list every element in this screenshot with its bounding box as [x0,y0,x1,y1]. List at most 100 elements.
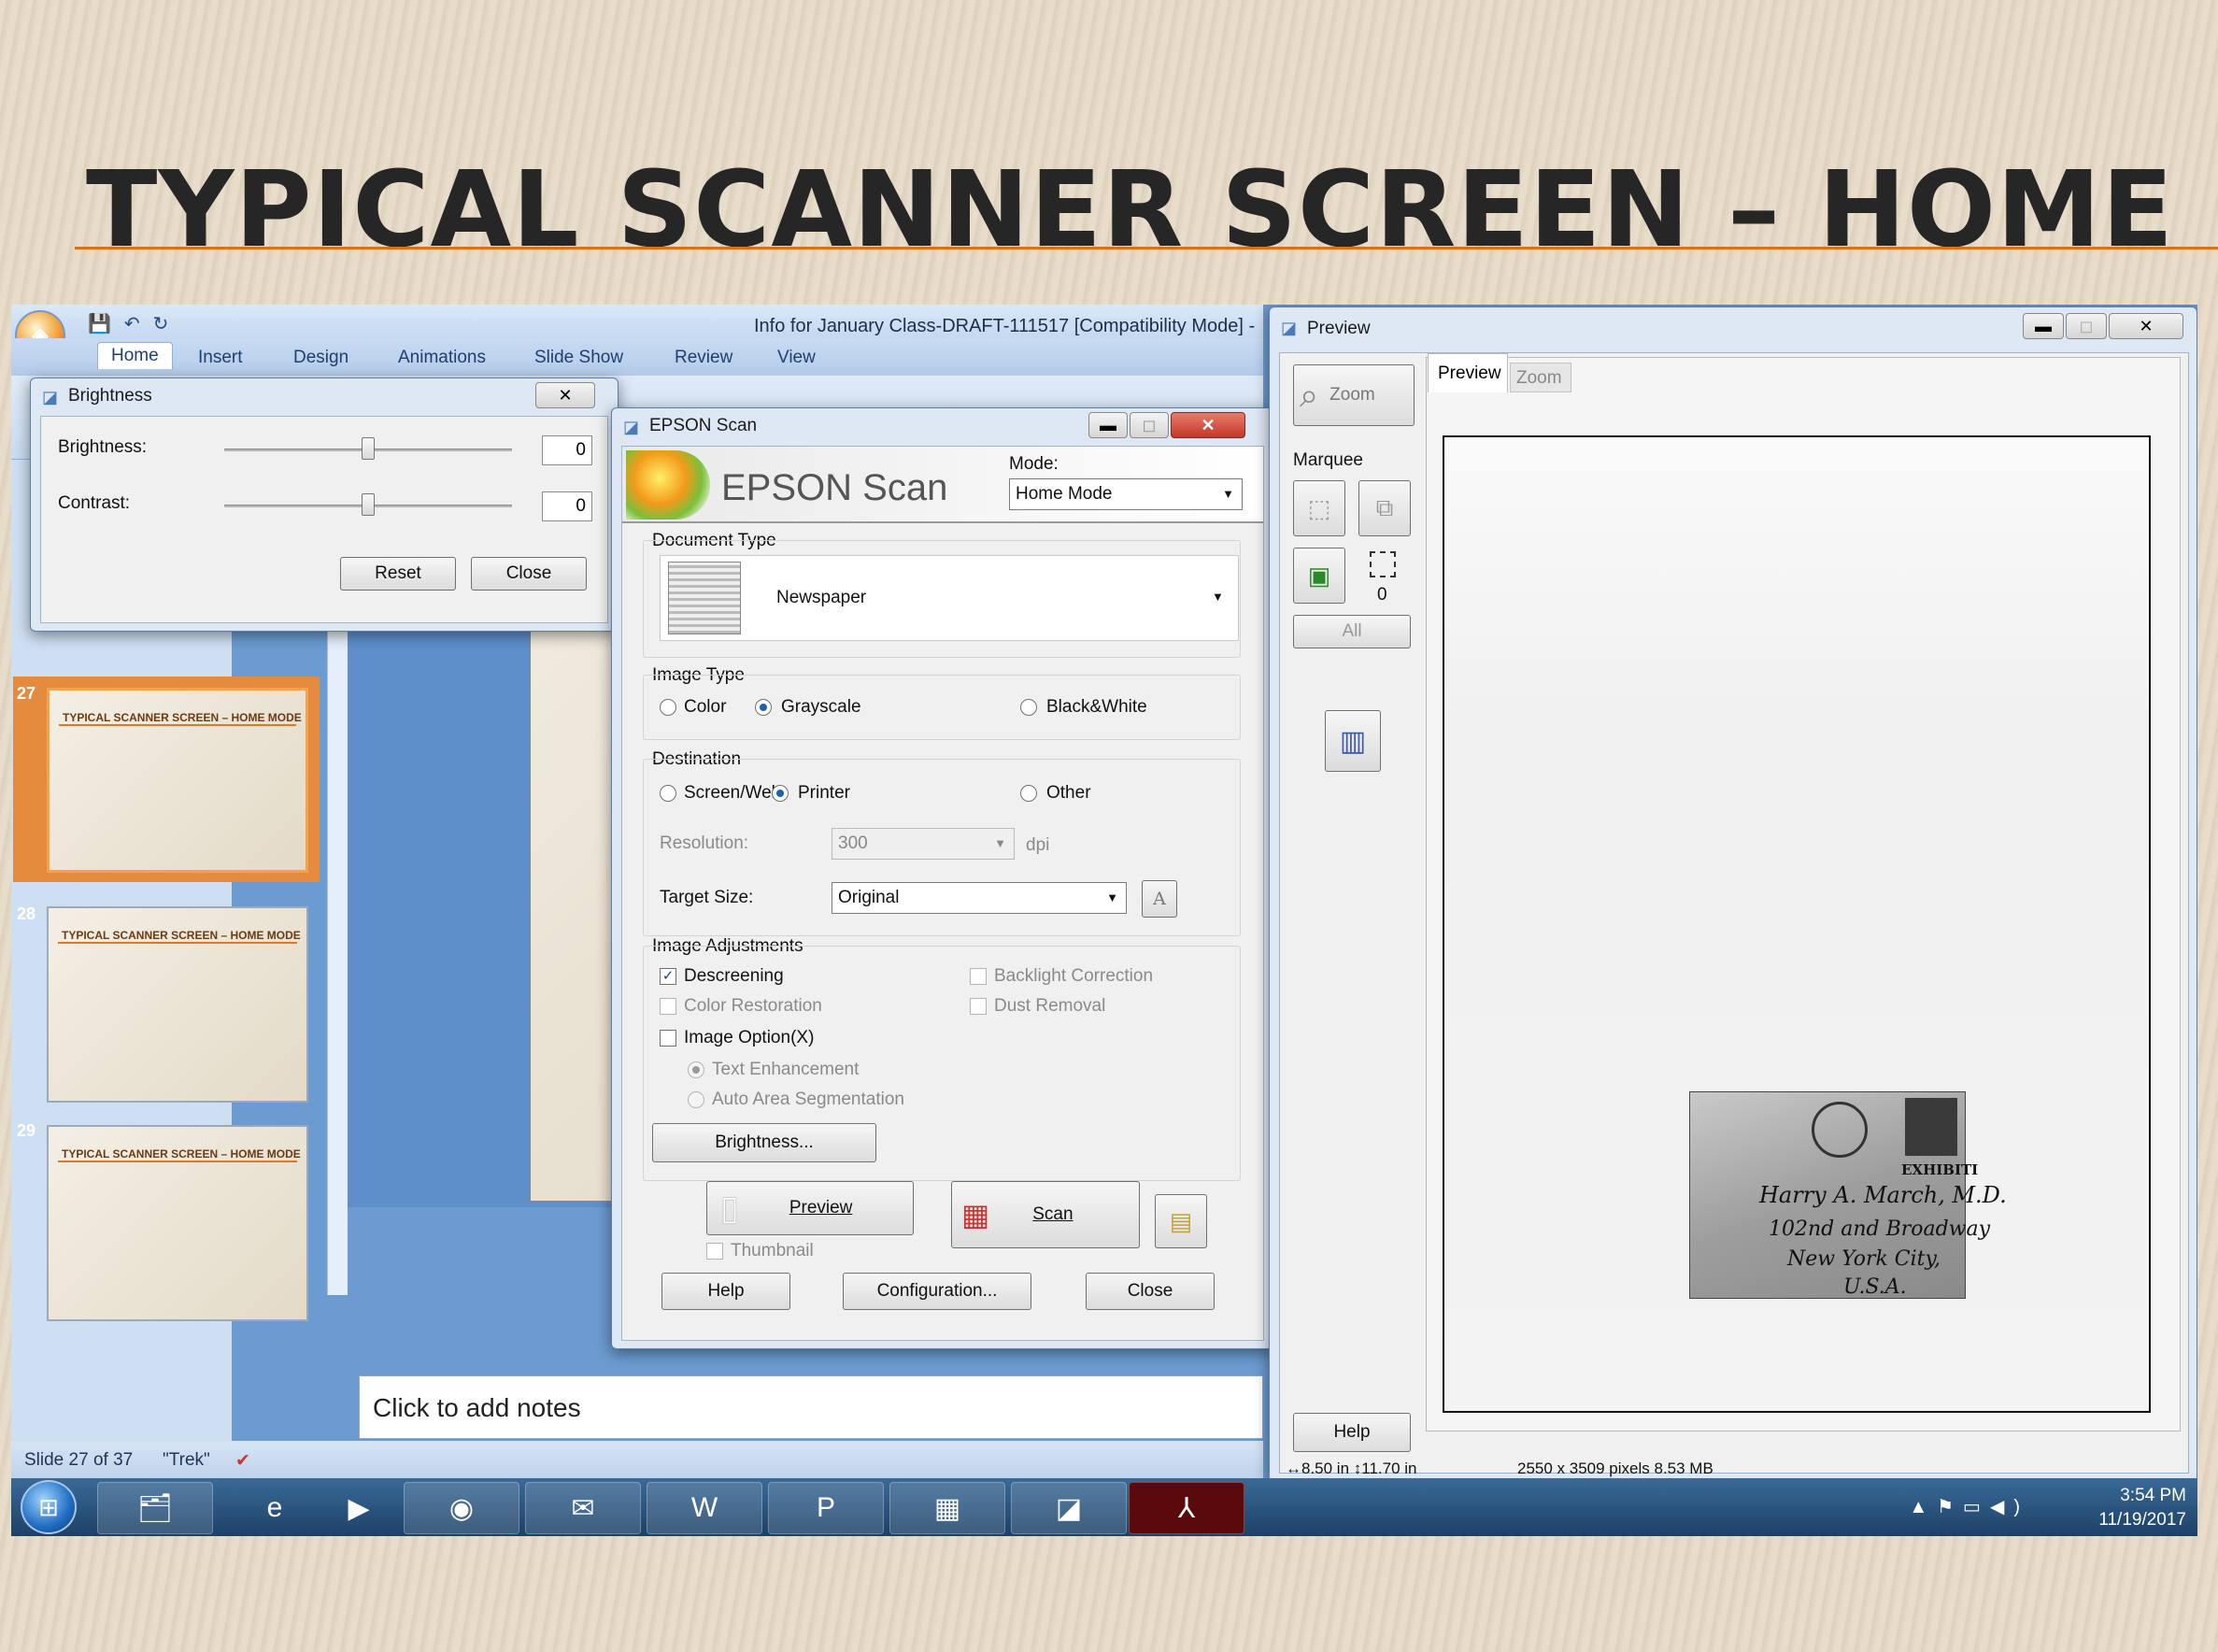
minimize-icon[interactable]: ▬ [1088,412,1128,438]
radio-grayscale[interactable] [755,699,772,716]
tab-view[interactable]: View [777,348,816,368]
clock-date: 11/19/2017 [2098,1510,2186,1530]
brightness-slider-thumb[interactable] [362,437,375,460]
radio-black-white[interactable] [1020,699,1037,716]
word-icon[interactable]: W [647,1482,762,1534]
outlook-icon[interactable]: ✉ [525,1482,641,1534]
contrast-slider-thumb[interactable] [362,493,375,516]
tab-insert[interactable]: Insert [198,348,243,368]
media-player-icon[interactable]: ▶ [301,1482,417,1534]
mode-dropdown[interactable]: Home Mode ▼ [1009,478,1243,510]
all-button[interactable]: All [1293,615,1411,648]
slides-scrollbar[interactable] [327,520,348,1295]
marquee-count: 0 [1377,585,1387,605]
radio-other[interactable] [1020,785,1037,802]
header-divider [622,521,1263,523]
notes-placeholder: Click to add notes [373,1393,581,1422]
close-icon[interactable]: ✕ [2109,313,2183,339]
thumb-underline [58,942,297,944]
thumb-number: 28 [17,904,36,923]
redo-icon[interactable]: ↻ [153,312,169,335]
reset-button[interactable]: Reset [340,557,456,591]
tab-home[interactable]: Home [97,342,173,369]
text-orientation-icon[interactable]: A [1142,880,1177,918]
image-adjust-icon[interactable]: ▥ [1325,710,1381,772]
explorer-icon[interactable]: 🗂 [97,1482,213,1534]
marquee-create-icon[interactable]: ⬚ [1293,480,1345,536]
radio-color[interactable] [660,699,676,716]
tab-zoom[interactable]: Zoom [1510,363,1571,392]
minimize-icon[interactable]: ▬ [2023,313,2064,339]
target-size-dropdown[interactable]: Original ▼ [832,882,1127,914]
spellcheck-icon[interactable]: ✔ [235,1450,250,1472]
notes-pane[interactable]: Click to add notes [359,1375,1263,1439]
chrome-icon[interactable]: ◉ [404,1482,519,1534]
thumbnail-checkbox[interactable] [706,1243,723,1260]
save-icon[interactable]: 💾 [88,312,111,335]
help-button[interactable]: Help [661,1273,790,1310]
tab-design[interactable]: Design [293,348,348,368]
scanner-app-icon[interactable]: ▦ [889,1482,1005,1534]
brightness-button[interactable]: Brightness... [652,1123,876,1162]
brightness-value[interactable]: 0 [542,435,592,465]
postage-stamp [1905,1098,1957,1156]
stamp-text: EXHIBITI [1901,1161,1979,1178]
close-button[interactable]: Close [1086,1273,1215,1310]
tab-review[interactable]: Review [675,348,732,368]
acrobat-icon[interactable]: ⅄ [1129,1482,1244,1534]
system-tray-icons[interactable]: ▲⚑▭◀) [1909,1495,2029,1518]
start-button[interactable]: ⊞ [21,1480,77,1534]
tab-preview[interactable]: Preview [1428,353,1508,392]
marquee-icon [1370,551,1396,577]
auto-locate-icon[interactable]: ▣ [1293,548,1345,604]
clock-time: 3:54 PM [2120,1486,2186,1505]
image-option-checkbox[interactable] [660,1030,676,1047]
slide-thumbnail[interactable]: TYPICAL SCANNER SCREEN – HOME MODE [47,906,308,1103]
close-icon[interactable]: ✕ [535,382,595,408]
thumb-title: TYPICAL SCANNER SCREEN – HOME MODE [62,1147,301,1161]
tab-slide-show[interactable]: Slide Show [534,348,623,368]
contrast-value[interactable]: 0 [542,491,592,521]
address-line-4: U.S.A. [1843,1275,1907,1299]
zoom-button-label: Zoom [1329,385,1375,405]
slide-counter: Slide 27 of 37 [24,1450,134,1470]
clock[interactable]: 3:54 PM 11/19/2017 [2098,1484,2186,1532]
color-restoration-checkbox[interactable] [660,998,676,1015]
marquee-duplicate-icon[interactable]: ⧉ [1358,480,1411,536]
newspaper-icon [668,562,741,634]
document-type-dropdown[interactable]: Newspaper ▼ [660,555,1239,641]
screen-web-option-label: Screen/Web [684,783,782,803]
preview-button[interactable]: ▯ Preview [706,1181,914,1235]
dust-removal-checkbox[interactable] [970,998,987,1015]
slide-thumbnail[interactable]: TYPICAL SCANNER SCREEN – HOME MODE [47,1125,308,1321]
thumb-number: 27 [17,684,36,703]
epson-scan-task-icon[interactable]: ◪ [1011,1482,1127,1534]
zoom-button[interactable]: ⌕ Zoom [1293,364,1415,426]
undo-icon[interactable]: ↶ [124,312,140,335]
scan-button-label: Scan [1032,1204,1073,1224]
close-icon[interactable]: ✕ [1171,412,1245,438]
help-button[interactable]: Help [1293,1413,1411,1452]
thumb-title: TYPICAL SCANNER SCREEN – HOME MODE [63,711,302,724]
file-save-settings-icon[interactable]: ▤ [1155,1194,1207,1248]
zoom-icon: ⌕ [1300,375,1319,414]
radio-auto-area [688,1091,704,1108]
target-size-label: Target Size: [660,888,754,907]
descreening-checkbox[interactable]: ✓ [660,968,676,985]
auto-area-label: Auto Area Segmentation [712,1089,904,1109]
maximize-icon: ◻ [1130,412,1169,438]
descreening-label: Descreening [684,966,784,986]
radio-printer[interactable] [772,785,789,802]
slide-thumbnail[interactable]: TYPICAL SCANNER SCREEN – HOME MODE [47,688,308,873]
address-line-3: New York City, [1787,1247,1941,1271]
backlight-checkbox[interactable] [970,968,987,985]
radio-screen-web[interactable] [660,785,676,802]
scanner-icon: ▦ [961,1198,990,1232]
dropdown-arrow-icon: ▼ [1212,590,1224,604]
configuration-button[interactable]: Configuration... [843,1273,1031,1310]
scan-button[interactable]: ▦ Scan [951,1181,1140,1248]
close-button[interactable]: Close [471,557,587,591]
powerpoint-title: Info for January Class-DRAFT-111517 [Com… [754,316,1256,336]
tab-animations[interactable]: Animations [398,348,486,368]
powerpoint-icon[interactable]: P [768,1482,884,1534]
